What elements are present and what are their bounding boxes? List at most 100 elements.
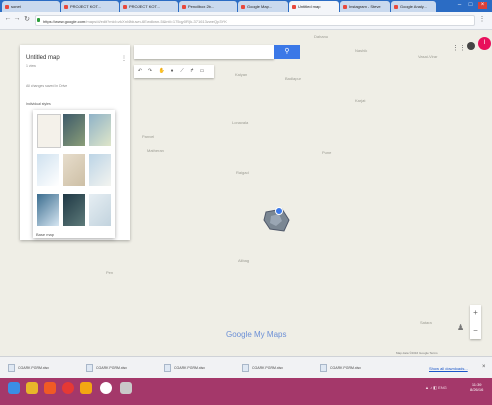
favicon-icon	[241, 4, 245, 9]
favicon-icon	[5, 4, 9, 9]
search-button[interactable]: ⚲	[274, 45, 300, 59]
map-place-label: Badlapur	[285, 76, 302, 81]
download-item[interactable]: CGARK PGRM.xlsx	[320, 362, 361, 374]
map-place-label: Vasai-Virar	[418, 54, 438, 59]
base-map-option[interactable]	[89, 114, 111, 146]
tab[interactable]: PROJECT KOT...	[61, 1, 119, 12]
file-icon	[164, 364, 171, 373]
base-map-option[interactable]	[89, 154, 111, 186]
tab[interactable]: PROJECT KOT...	[120, 1, 178, 12]
reload-icon[interactable]: ↻	[23, 15, 31, 23]
map-view-count: 1 view	[26, 64, 36, 68]
search-icon: ⚲	[284, 48, 290, 55]
zoom-control: + −	[470, 305, 481, 339]
map-title[interactable]: Untitled map	[26, 55, 60, 61]
zoom-out-button[interactable]: −	[470, 325, 481, 337]
close-icon[interactable]: ×	[478, 2, 487, 9]
address-bar[interactable]: https://www.google.com/maps/d/edit?mid=z…	[35, 15, 475, 26]
layer-style-label: Individual styles	[26, 102, 51, 106]
show-all-downloads-link[interactable]: Show all downloads...	[429, 366, 468, 371]
tab[interactable]: Google Map...	[238, 1, 288, 12]
downloads-bar: CGARK PGRM.xlsx CGARK PGRM.xlsx CGARK PG…	[0, 356, 492, 379]
close-downloads-icon[interactable]: ×	[482, 364, 486, 370]
favicon-icon	[123, 4, 127, 9]
more-options-icon[interactable]: ⋮	[121, 55, 127, 62]
app-icon[interactable]	[80, 382, 92, 394]
base-map-option[interactable]	[89, 194, 111, 226]
avatar[interactable]: I	[478, 37, 491, 50]
undo-icon[interactable]: ↶	[136, 68, 144, 74]
favicon-icon	[394, 4, 398, 9]
favicon-icon	[64, 4, 68, 9]
ruler-icon[interactable]: ▭	[198, 68, 206, 74]
map-place-label: Karjat	[355, 98, 366, 103]
base-map-option[interactable]	[63, 194, 85, 226]
map-place-label: Matheran	[147, 148, 164, 153]
menu-icon[interactable]: ⋮	[478, 15, 486, 23]
maximize-icon[interactable]: □	[466, 2, 475, 9]
download-item[interactable]: CGARK PGRM.xlsx	[86, 362, 127, 374]
google-my-maps-watermark: Google My Maps	[226, 330, 287, 339]
map-attribution[interactable]: Map data ©2016 Google Terms	[396, 351, 438, 355]
system-tray[interactable]: ▲ ♪ ◧ ENG	[425, 385, 447, 390]
map-place-label: Lonavala	[232, 120, 249, 125]
base-map-picker	[33, 110, 115, 238]
directions-icon[interactable]: ↱	[188, 68, 196, 74]
zoom-in-button[interactable]: +	[470, 307, 481, 319]
download-item[interactable]: CGARK PGRM.xlsx	[8, 362, 49, 374]
browser-icon[interactable]	[100, 382, 112, 394]
download-item[interactable]: CGARK PGRM.xlsx	[242, 362, 283, 374]
lock-icon	[37, 18, 40, 22]
tab[interactable]: Instagram - Steve	[340, 1, 390, 12]
back-icon[interactable]: ←	[4, 15, 12, 22]
app-icon[interactable]	[120, 382, 132, 394]
map-place-label: Nashik	[355, 48, 368, 53]
minimize-icon[interactable]: –	[455, 2, 464, 9]
map-place-label: Pune	[322, 150, 332, 155]
layer-style-row[interactable]: Individual styles	[26, 102, 126, 108]
file-icon	[320, 364, 327, 373]
map-place-label: Kalyan	[235, 72, 248, 77]
draw-line-icon[interactable]: ⟋	[178, 68, 186, 74]
base-map-option[interactable]	[63, 114, 85, 146]
forward-icon[interactable]: →	[13, 15, 21, 22]
url-path: /maps/d/edit?mid=zkXnl4fduwn-6Ewdkwn-5&i…	[85, 19, 227, 24]
tab[interactable]: Pencilbox 2b...	[179, 1, 237, 12]
tab-active[interactable]: Untitled map	[289, 1, 339, 12]
file-icon	[8, 364, 15, 373]
map-marker-icon[interactable]	[262, 207, 292, 233]
map-place-label: Panvel	[142, 134, 155, 139]
chrome-icon[interactable]	[62, 382, 74, 394]
pegman-icon[interactable]: ♟	[457, 323, 464, 332]
settings-icon[interactable]	[467, 42, 475, 50]
app-icon[interactable]	[44, 382, 56, 394]
tab[interactable]: Google Analy...	[391, 1, 436, 12]
base-map-option[interactable]	[37, 114, 61, 148]
taskbar-clock[interactable]: 11:39 8/26/16	[470, 382, 483, 392]
favicon-icon	[292, 4, 296, 9]
base-map-option[interactable]	[37, 154, 59, 186]
base-map-label[interactable]: Base map	[36, 232, 54, 237]
redo-icon[interactable]: ↷	[146, 68, 154, 74]
map-place-label: Pen	[106, 270, 114, 275]
base-map-option[interactable]	[63, 154, 85, 186]
file-icon	[86, 364, 93, 373]
apps-icon[interactable]: ⋮⋮	[452, 44, 466, 52]
start-icon[interactable]	[8, 382, 20, 394]
save-status: All changes saved in Drive	[26, 84, 68, 88]
download-item[interactable]: CGARK PGRM.xlsx	[164, 362, 205, 374]
map-place-label: Alibag	[238, 258, 250, 263]
hand-icon[interactable]: ✋	[158, 68, 166, 74]
drawing-toolbar: ↶ ↷ ✋ ♦ ⟋ ↱ ▭	[134, 65, 214, 78]
taskbar	[0, 378, 492, 405]
url-host: https://www.google.com	[43, 19, 86, 24]
add-marker-icon[interactable]: ♦	[168, 68, 176, 74]
file-explorer-icon[interactable]	[26, 382, 38, 394]
map-place-label: Raigad	[236, 170, 249, 175]
base-map-option[interactable]	[37, 194, 59, 226]
file-icon	[242, 364, 249, 373]
tab[interactable]: sonet	[2, 1, 60, 12]
map-place-label: Satara	[420, 320, 432, 325]
favicon-icon	[182, 4, 186, 9]
search-input[interactable]	[134, 45, 274, 59]
